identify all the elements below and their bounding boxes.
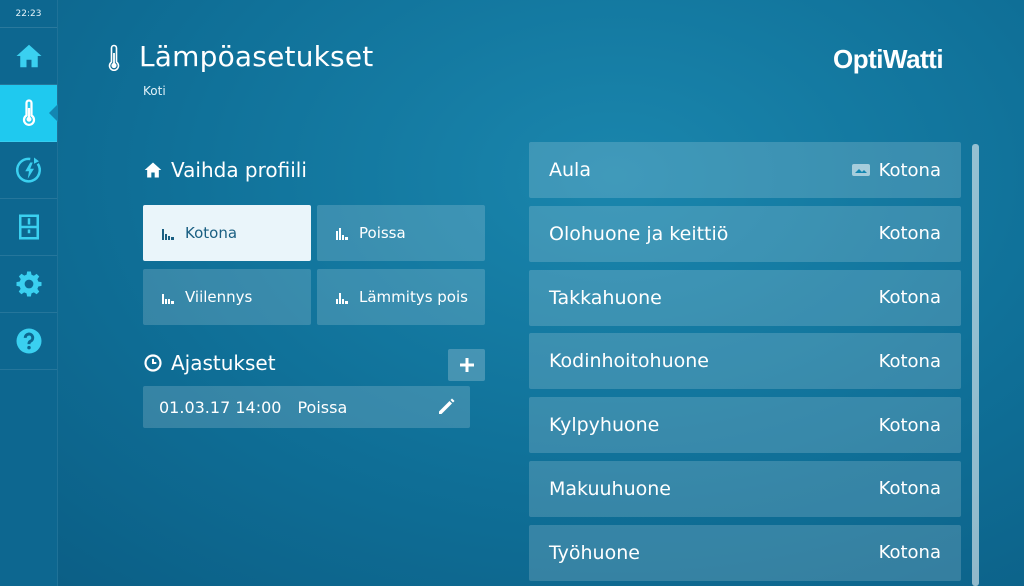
room-status-label: Kotona (878, 478, 941, 500)
home-icon (16, 44, 41, 68)
room-list-scrollbar[interactable] (972, 144, 979, 586)
pencil-icon[interactable] (436, 397, 456, 417)
profiles-heading: Vaihda profiili (143, 158, 307, 182)
room-list: Aula Kotona Olohuone ja keittiö Kotona T… (529, 142, 961, 586)
schedule-profile: Poissa (297, 397, 348, 417)
room-name: Työhuone (549, 541, 640, 564)
profile-bars-icon (336, 228, 348, 240)
brand-logo: OptiWatti (833, 44, 944, 74)
schedules-heading: Ajastukset (143, 351, 276, 375)
profile-button-poissa[interactable]: Poissa (317, 205, 485, 261)
schedule-datetime: 01.03.17 14:00 (159, 397, 282, 417)
room-status-label: Kotona (878, 542, 941, 564)
room-name: Takkahuone (549, 286, 662, 309)
room-row[interactable]: Takkahuone Kotona (529, 269, 961, 326)
room-name: Aula (549, 159, 591, 181)
nav-settings[interactable] (0, 256, 57, 313)
room-name: Kylpyhuone (549, 414, 660, 437)
room-status-label: Kotona (878, 414, 941, 436)
room-row[interactable]: Työhuone Kotona (529, 524, 961, 581)
room-status-label: Kotona (878, 350, 941, 372)
page-subtitle: Koti (143, 84, 166, 98)
room-row[interactable]: Aula Kotona (529, 142, 961, 198)
profiles-heading-label: Vaihda profiili (171, 158, 307, 182)
room-status: Kotona (851, 160, 941, 181)
room-row[interactable]: Kodinhoitohuone Kotona (529, 333, 961, 390)
profile-button-label: Poissa (359, 224, 406, 242)
schedules-heading-label: Ajastukset (171, 351, 276, 375)
room-row[interactable]: Kylpyhuone Kotona (529, 397, 961, 454)
room-status-label: Kotona (878, 287, 941, 309)
profile-button-label: Kotona (185, 224, 238, 242)
room-name: Kodinhoitohuone (549, 350, 709, 373)
clock-icon (144, 354, 162, 372)
clock: 22:23 (0, 0, 57, 28)
profile-bars-icon (162, 229, 174, 240)
nav-help[interactable] (0, 313, 57, 370)
profile-button-kotona[interactable]: Kotona (143, 205, 311, 261)
nav-device[interactable] (0, 199, 57, 256)
room-name: Makuuhuone (549, 477, 671, 500)
profile-bars-icon (162, 294, 174, 304)
thermometer-icon (108, 44, 120, 71)
room-status-label: Kotona (878, 159, 941, 181)
plus-icon (459, 358, 474, 372)
help-icon (16, 328, 41, 354)
gear-icon (16, 271, 41, 297)
room-row[interactable]: Makuuhuone Kotona (529, 460, 961, 517)
thermometer-icon (22, 99, 35, 126)
display-icon (851, 164, 870, 176)
room-name: Olohuone ja keittiö (549, 222, 729, 245)
nav-energy[interactable] (0, 142, 57, 199)
device-icon (18, 214, 39, 240)
nav-home[interactable] (0, 28, 57, 85)
schedule-item[interactable]: 01.03.17 14:00 Poissa (143, 386, 470, 428)
room-status-label: Kotona (878, 223, 941, 245)
profile-button-label: Lämmitys pois (359, 288, 468, 306)
profile-button-label: Viilennys (185, 288, 253, 306)
room-row[interactable]: Olohuone ja keittiö Kotona (529, 205, 961, 262)
profile-button-lammitys-pois[interactable]: Lämmitys pois (317, 269, 485, 325)
home-icon (144, 162, 162, 178)
add-schedule-button[interactable] (448, 349, 485, 381)
profile-button-viilennys[interactable]: Viilennys (143, 269, 311, 325)
page-title: Lämpöasetukset (139, 40, 374, 73)
profile-bars-icon (336, 293, 348, 304)
energy-icon (15, 157, 41, 183)
nav-temperature[interactable] (0, 85, 58, 142)
sidebar: 22:23 (0, 0, 58, 586)
